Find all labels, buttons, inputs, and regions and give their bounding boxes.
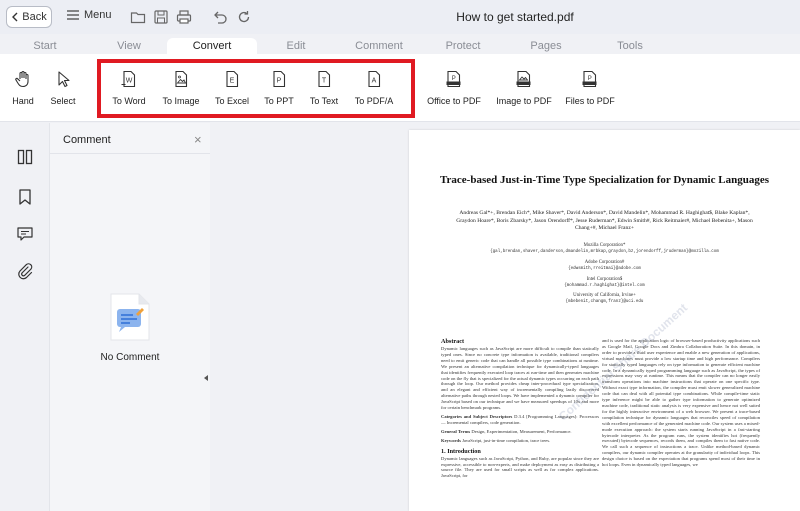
intro-text: Dynamic languages such as JavaScript, Py… [441,455,599,479]
files-to-pdf-label: Files to PDF [565,96,615,106]
terms-text: Design, Experimentation, Measurement, Pe… [471,428,572,434]
files-to-pdf-button[interactable]: P Files to PDF [560,70,620,106]
comment-panel: Comment × No Comment [50,123,210,511]
thumbnails-icon[interactable] [16,148,34,166]
comment-panel-title: Comment [63,134,111,146]
keywords-text: JavaScript, just-in-time compilation, tr… [462,437,551,443]
undo-icon[interactable] [212,9,228,25]
intro-heading: 1. Introduction [441,447,481,455]
keywords-line: Keywords JavaScript, just-in-time compil… [441,438,599,444]
office-to-pdf-label: Office to PDF [427,96,481,106]
attachment-icon[interactable] [16,262,34,280]
affiliation-adobe: Adobe Corporation# {edwsmith,rreitmai}@a… [409,260,800,272]
chevron-left-icon [12,12,18,22]
highlight-box [97,59,415,118]
affiliation-email: {mohammad.r.haghighat}@intel.com [564,284,645,288]
select-tool-button[interactable]: Select [33,70,93,106]
categories-heading: Categories and Subject Descriptors [441,413,513,419]
document-title: How to get started.pdf [456,10,574,24]
office-pdf-icon: P [446,70,461,88]
tab-convert[interactable]: Convert [167,38,257,54]
hand-icon [15,70,29,88]
terms-line: General Terms Design, Experimentation, M… [441,429,599,435]
affiliation-mozilla: Mozilla Corporation* {gal,brendan,shaver… [409,243,800,255]
image-to-pdf-label: Image to PDF [496,96,552,106]
abstract-heading: Abstract [441,338,465,345]
svg-text:P: P [452,76,456,82]
affiliation-uci: University of California, Irvine+ {mbebe… [409,293,800,305]
back-label: Back [22,11,47,23]
no-comment-text: No Comment [100,352,160,363]
tab-edit[interactable]: Edit [271,38,321,54]
tab-tools[interactable]: Tools [605,38,655,54]
hamburger-icon [67,10,79,20]
redo-icon[interactable] [236,9,252,25]
tab-start[interactable]: Start [20,38,70,54]
svg-text:P: P [588,76,592,82]
back-button[interactable]: Back [6,6,52,28]
paper-title: Trace-based Just-in-Time Type Specializa… [440,174,769,186]
empty-comment-file-icon [110,293,150,341]
collapse-panel-arrow-icon[interactable] [204,375,208,381]
hand-label: Hand [12,96,34,106]
paper-authors: Andreas Gal*+, Brendan Eich*, Mike Shave… [456,210,753,231]
close-icon[interactable]: × [194,132,202,147]
menu-button[interactable]: Menu [66,9,112,21]
affiliation-email: {mbebenit,changm,franz}@uci.edu [565,300,644,304]
pdf-page: Trace-based Just-in-Time Type Specializa… [409,130,800,511]
affiliation-email: {gal,brendan,shaver,danderson,dmandelin,… [490,250,719,254]
top-bar: Back Menu How to get started.pdf [0,0,800,34]
save-icon[interactable] [153,9,169,25]
keywords-heading: Keywords [441,437,461,443]
divider [50,153,210,154]
affiliation-email: {edwsmith,rreitmai}@adobe.com [568,267,641,271]
comment-icon[interactable] [16,225,34,243]
select-label: Select [50,96,76,106]
left-sidebar [0,123,50,511]
tab-pages[interactable]: Pages [521,38,571,54]
office-to-pdf-button[interactable]: P Office to PDF [424,70,484,106]
affiliation-intel: Intel Corporation$ {mohammad.r.haghighat… [409,277,800,289]
image-pdf-icon [516,70,531,88]
tab-protect[interactable]: Protect [437,38,489,54]
image-to-pdf-button[interactable]: Image to PDF [494,70,554,106]
print-icon[interactable] [176,9,192,25]
bookmark-icon[interactable] [16,188,34,206]
tab-comment[interactable]: Comment [344,38,414,54]
tab-view[interactable]: View [104,38,154,54]
folder-icon[interactable] [130,9,146,25]
ribbon-tabs: Start View Convert Edit Comment Protect … [0,38,800,54]
terms-heading: General Terms [441,428,471,434]
document-viewport: Trace-based Just-in-Time Type Specializa… [211,123,800,511]
menu-label: Menu [84,9,112,21]
categories-line: Categories and Subject Descriptors D.3.4… [441,414,599,426]
cursor-arrow-icon [58,71,70,88]
files-pdf-icon: P [582,70,597,88]
